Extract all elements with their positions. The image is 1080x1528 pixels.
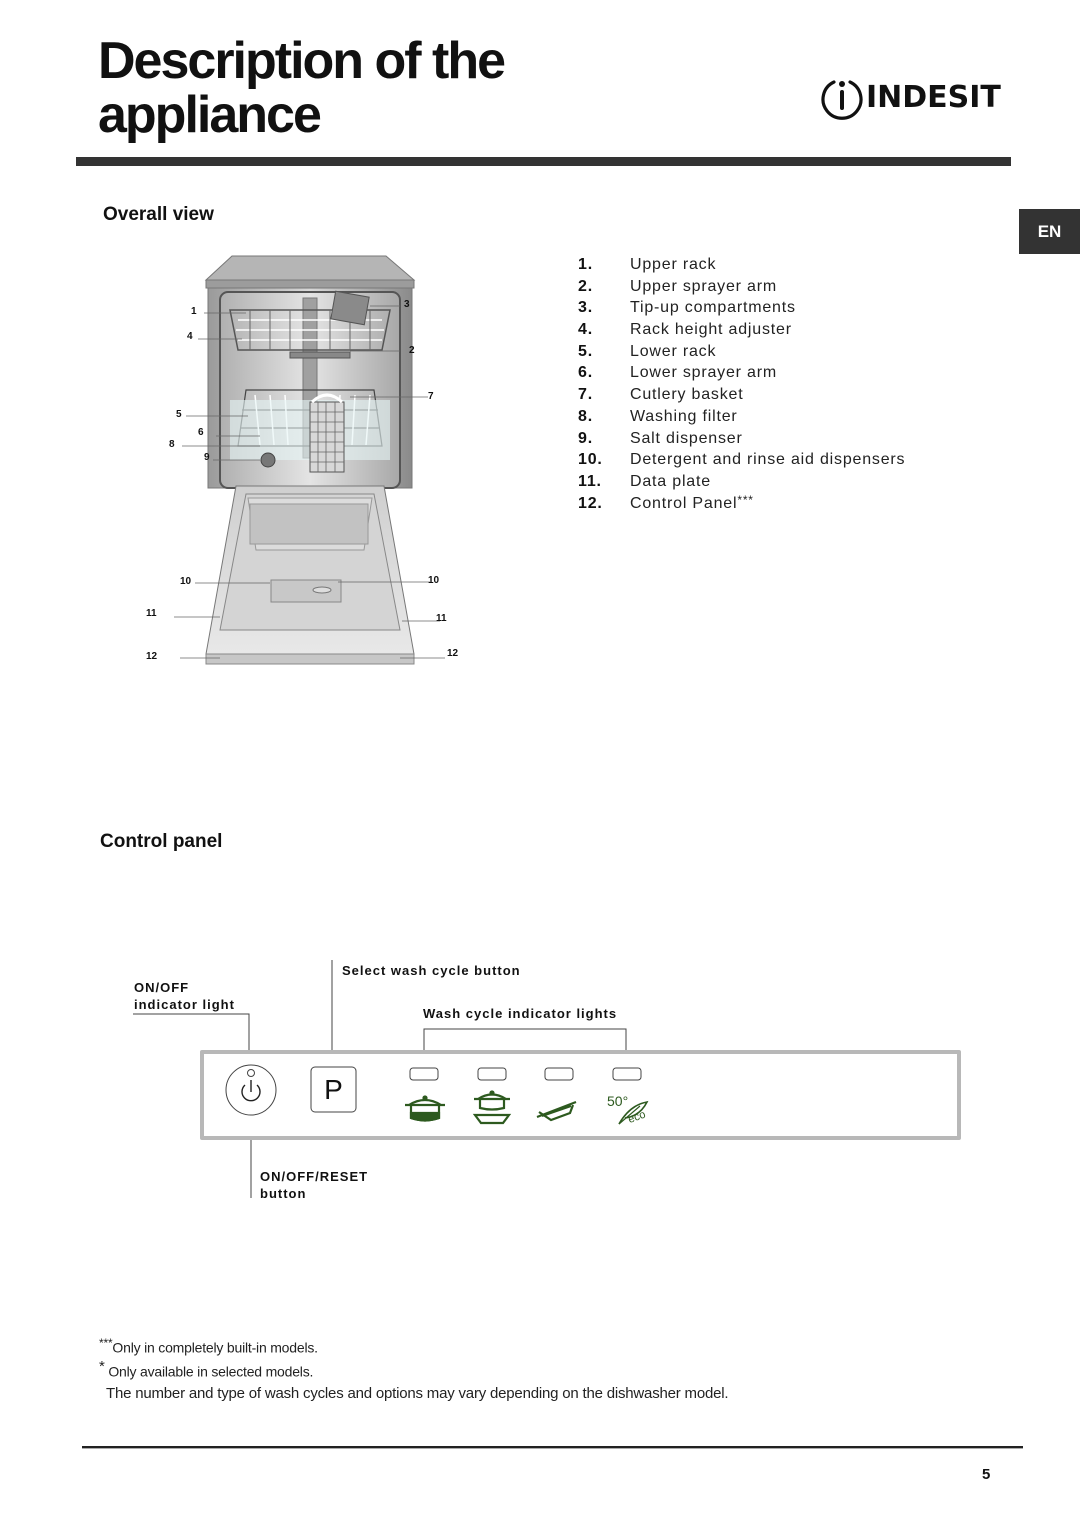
onoff-reset-button[interactable] [225,1064,277,1116]
wash-cycle-light-3 [544,1067,574,1081]
footnote-wash-cycles: The number and type of wash cycles and o… [106,1385,729,1402]
quick-plate-icon [536,1100,577,1122]
normal-pot-plate-icon [472,1090,512,1125]
footnote-built-in: ***Only in completely built-in models. [99,1336,318,1356]
eco-leaf-icon: 50° eco [607,1093,649,1126]
wash-cycle-light-2 [477,1067,507,1081]
onoff-indicator-light [247,1069,255,1077]
eco-temperature: 50° [607,1093,628,1109]
intensive-pot-icon [405,1095,445,1122]
page-number: 5 [982,1466,991,1483]
wash-cycle-light-1 [409,1067,439,1081]
footer-divider [82,1446,1023,1448]
footnote-selected-models: * Only available in selected models. [99,1358,314,1380]
control-panel-leaders [133,960,627,1198]
wash-cycle-light-4 [612,1067,642,1081]
program-button-label: P [324,1073,343,1105]
